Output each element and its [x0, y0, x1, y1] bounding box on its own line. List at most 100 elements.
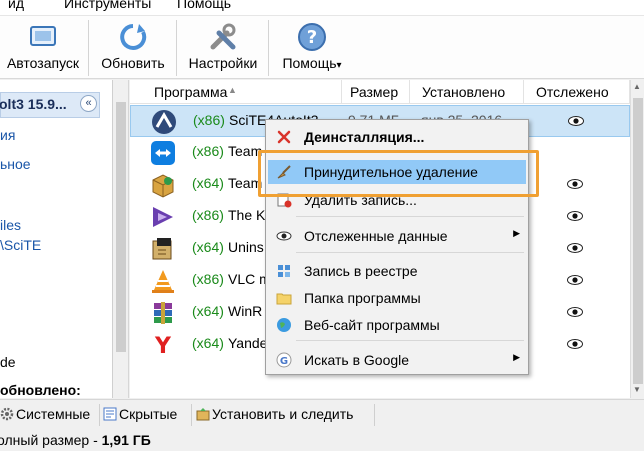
- program-name: Yande: [228, 335, 268, 351]
- svg-text:G: G: [280, 356, 288, 367]
- autorun-button[interactable]: Автозапуск: [0, 16, 86, 79]
- tracked-eye-icon: [567, 243, 583, 253]
- highlight-callout: [258, 150, 539, 197]
- scroll-thumb[interactable]: [633, 98, 643, 384]
- autorun-icon: [30, 26, 56, 46]
- column-header-installed[interactable]: Установлено: [410, 80, 524, 104]
- vlc-cone-icon: [152, 270, 174, 293]
- details-link[interactable]: ия: [0, 127, 15, 143]
- submenu-arrow-icon: ▶: [513, 228, 520, 238]
- winrar-icon: [154, 302, 172, 324]
- details-text: de: [0, 354, 16, 370]
- status-bar: олный размер - 1,91 ГБ: [0, 429, 644, 451]
- menu-bar: ид Инструменты Помощь: [0, 0, 644, 16]
- tracked-eye-icon: [568, 116, 584, 126]
- tracked-eye-icon: [567, 339, 583, 349]
- refresh-button[interactable]: Обновить: [92, 16, 174, 79]
- program-arch: (x64): [192, 303, 224, 319]
- program-arch: (x86): [192, 143, 224, 159]
- program-arch: (x86): [192, 207, 224, 223]
- program-arch: (x86): [193, 112, 225, 128]
- uninstaller-icon: [152, 238, 172, 260]
- details-header: olt3 15.9... «: [0, 92, 100, 118]
- menu-view[interactable]: ид: [8, 0, 24, 11]
- chevron-down-icon: ▾: [336, 60, 342, 71]
- scroll-thumb[interactable]: [116, 102, 126, 352]
- details-link[interactable]: iles: [0, 217, 21, 233]
- program-arch: (x86): [192, 271, 224, 287]
- autoit-icon: [152, 110, 176, 134]
- details-updated-label: обновлено:: [0, 382, 81, 398]
- program-name: Unins: [228, 239, 264, 255]
- settings-button[interactable]: Настройки: [180, 16, 266, 79]
- tracked-eye-icon: [567, 179, 583, 189]
- refresh-icon: [120, 24, 147, 50]
- svg-text:Y: Y: [154, 334, 172, 358]
- install-track-icon: [196, 408, 210, 421]
- help-icon: ?: [298, 23, 326, 51]
- left-scrollbar[interactable]: [113, 80, 129, 398]
- menu-item-registry[interactable]: Запись в реестре: [268, 259, 526, 283]
- toolbar: Автозапуск Обновить Настройки ? Помощь▾: [0, 16, 644, 79]
- tab-hidden[interactable]: Скрытые: [103, 403, 187, 427]
- svg-text:?: ?: [307, 27, 317, 48]
- tracked-eye-icon: [567, 211, 583, 221]
- submenu-arrow-icon: ▶: [513, 352, 520, 362]
- registry-icon: [278, 265, 290, 277]
- toolbar-separator: [88, 20, 89, 76]
- help-button-label: Помощь: [282, 55, 337, 71]
- collapse-icon[interactable]: «: [80, 95, 97, 112]
- menu-separator: [296, 340, 524, 341]
- menu-item-website[interactable]: Веб-сайт программы: [268, 313, 526, 337]
- menu-separator: [296, 252, 524, 253]
- gear-small-icon: [0, 407, 14, 421]
- total-size-label: олный размер -: [0, 432, 102, 448]
- program-name: The K: [228, 207, 266, 223]
- uninstall-x-icon: [277, 130, 291, 144]
- tracked-eye-icon: [567, 307, 583, 317]
- toolbar-separator: [268, 20, 269, 76]
- column-header-program[interactable]: ▲ Программа: [130, 80, 342, 104]
- toolbar-separator: [176, 20, 177, 76]
- program-details-panel: olt3 15.9... « ия ьное iles \SciTE de об…: [0, 80, 113, 398]
- menu-help[interactable]: Помощь: [177, 0, 231, 11]
- filter-tabs: Системные Скрытые Установить и следить: [0, 399, 644, 429]
- teamviewer-icon: [151, 141, 175, 165]
- scroll-down-icon[interactable]: ▼: [633, 385, 641, 394]
- help-button[interactable]: ? Помощь▾: [272, 16, 352, 79]
- column-header-tracked[interactable]: Отслежено: [524, 80, 630, 104]
- tab-separator: [99, 404, 100, 426]
- package-box-icon: [152, 174, 174, 198]
- column-header-size[interactable]: Размер: [342, 80, 410, 104]
- details-link[interactable]: ьное: [0, 156, 31, 172]
- settings-tools-icon: [210, 23, 236, 50]
- menu-item-uninstall[interactable]: Деинсталляция...: [268, 125, 526, 149]
- program-arch: (x64): [192, 175, 224, 191]
- tab-separator: [191, 404, 192, 426]
- kmplayer-icon: [153, 207, 173, 227]
- hidden-icon: [103, 407, 117, 421]
- program-arch: (x64): [192, 239, 224, 255]
- scroll-up-icon[interactable]: ▲: [633, 82, 641, 91]
- program-name: WinR: [228, 303, 263, 319]
- menu-item-tracked-data[interactable]: Отслеженные данные ▶: [268, 224, 526, 248]
- details-title: olt3 15.9...: [0, 96, 67, 112]
- tracked-eye-icon: [567, 275, 583, 285]
- menu-tools[interactable]: Инструменты: [64, 0, 151, 11]
- folder-icon: [276, 293, 292, 305]
- tab-system[interactable]: Системные: [0, 403, 96, 427]
- tab-install-and-track[interactable]: Установить и следить: [196, 403, 374, 427]
- total-size-value: 1,91 ГБ: [101, 432, 151, 448]
- yandex-icon: Y: [151, 333, 175, 358]
- list-scrollbar[interactable]: ▲ ▼: [630, 80, 644, 398]
- sort-arrow-icon: ▲: [228, 85, 237, 95]
- google-icon: G: [276, 352, 292, 368]
- menu-separator: [296, 216, 524, 217]
- eye-icon: [276, 231, 292, 241]
- details-link[interactable]: \SciTE: [0, 237, 41, 253]
- menu-item-search-google[interactable]: G Искать в Google ▶: [268, 348, 526, 372]
- menu-item-program-folder[interactable]: Папка программы: [268, 286, 526, 310]
- tab-separator: [374, 404, 375, 426]
- globe-icon: [277, 318, 291, 332]
- program-arch: (x64): [192, 335, 224, 351]
